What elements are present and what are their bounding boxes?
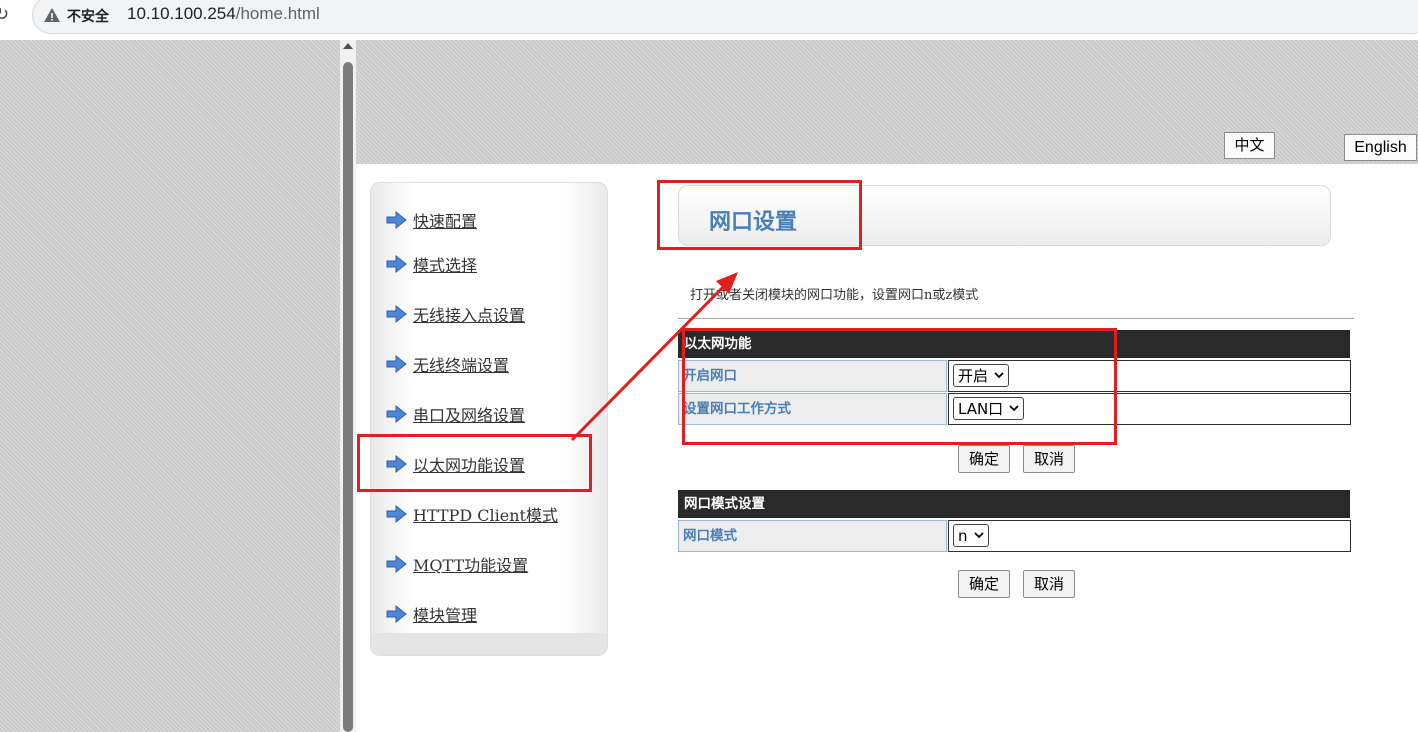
- sidebar-item-label[interactable]: MQTT功能设置: [413, 552, 528, 576]
- port-mode-cancel-button[interactable]: 取消: [1023, 570, 1075, 598]
- port-mode-section-header: 网口模式设置: [678, 490, 1350, 518]
- sidebar-item-serial-network[interactable]: 串口及网络设置: [386, 402, 525, 426]
- scroll-thumb[interactable]: [343, 62, 353, 732]
- sidebar-item-label[interactable]: HTTPD Client模式: [413, 502, 558, 526]
- url-path: /home.html: [235, 4, 320, 23]
- divider: [678, 318, 1354, 319]
- annotation-box-title: [657, 180, 862, 250]
- port-mode-label: 网口模式: [678, 520, 947, 552]
- port-mode-cell: n: [948, 520, 1351, 552]
- sidebar-item-label[interactable]: 模块管理: [413, 602, 477, 626]
- arrow-right-icon: [386, 505, 407, 523]
- arrow-right-icon: [386, 355, 407, 373]
- sidebar-item-quick-config[interactable]: 快速配置: [386, 208, 477, 232]
- port-mode-ok-button[interactable]: 确定: [958, 570, 1010, 598]
- ethernet-ok-button[interactable]: 确定: [958, 445, 1010, 473]
- english-language-button[interactable]: English: [1344, 134, 1417, 161]
- sidebar-item-mqtt[interactable]: MQTT功能设置: [386, 552, 528, 576]
- scroll-up-icon[interactable]: [343, 43, 353, 49]
- security-label[interactable]: 不安全: [67, 6, 109, 26]
- address-bar[interactable]: 不安全 10.10.100.254/home.html: [32, 0, 1418, 34]
- arrow-right-icon: [386, 605, 407, 623]
- frame-scrollbar[interactable]: [340, 40, 356, 732]
- arrow-right-icon: [386, 555, 407, 573]
- chinese-language-button[interactable]: 中文: [1224, 132, 1275, 159]
- browser-toolbar: ↻ 不安全 10.10.100.254/home.html: [0, 0, 1418, 38]
- ethernet-cancel-button[interactable]: 取消: [1023, 445, 1075, 473]
- sidebar-item-httpd-client[interactable]: HTTPD Client模式: [386, 502, 558, 526]
- arrow-right-icon: [386, 405, 407, 423]
- annotation-box-ethernet: [682, 328, 1117, 445]
- port-mode-value: n: [958, 526, 968, 545]
- sidebar-item-mode-select[interactable]: 模式选择: [386, 252, 477, 276]
- sidebar-item-sta-settings[interactable]: 无线终端设置: [386, 352, 509, 376]
- sidebar-item-label[interactable]: 模式选择: [413, 252, 477, 276]
- port-mode-select[interactable]: n: [953, 524, 989, 547]
- url-host: 10.10.100.254: [127, 4, 236, 23]
- sidebar-item-ap-settings[interactable]: 无线接入点设置: [386, 302, 525, 326]
- page-description: 打开或者关闭模块的网口功能，设置网口n或z模式: [690, 288, 979, 303]
- reload-icon[interactable]: ↻: [0, 4, 16, 26]
- arrow-right-icon: [386, 305, 407, 323]
- arrow-right-icon: [386, 255, 407, 273]
- annotation-box-menu: [357, 434, 592, 492]
- sidebar-item-module-management[interactable]: 模块管理: [386, 602, 477, 626]
- chevron-down-icon: [973, 532, 984, 539]
- sidebar-item-label[interactable]: 串口及网络设置: [413, 402, 525, 426]
- sidebar-item-label[interactable]: 无线接入点设置: [413, 302, 525, 326]
- url-text[interactable]: 10.10.100.254/home.html: [127, 4, 320, 24]
- sidebar-item-label[interactable]: 无线终端设置: [413, 352, 509, 376]
- left-frame: [0, 40, 340, 732]
- warning-icon[interactable]: [43, 6, 61, 24]
- sidebar-item-label[interactable]: 快速配置: [413, 208, 477, 232]
- sidebar-menu-footer: [371, 633, 607, 655]
- arrow-right-icon: [386, 211, 407, 229]
